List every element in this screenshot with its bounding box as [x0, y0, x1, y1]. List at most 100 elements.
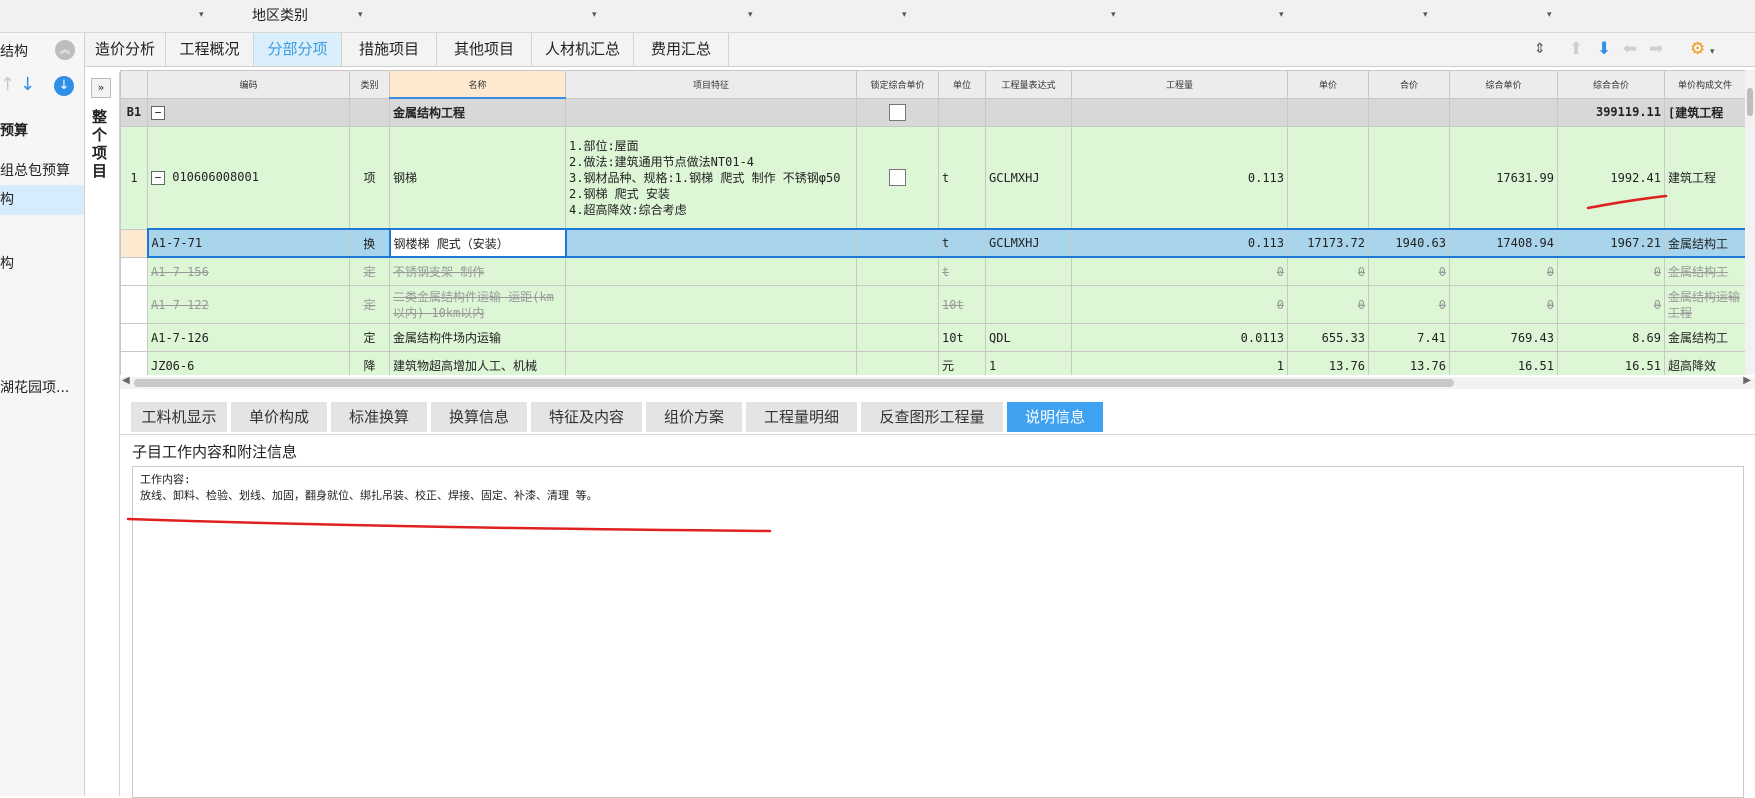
- column-header-lock-price[interactable]: 锁定综合单价: [856, 70, 939, 99]
- expr-cell[interactable]: [985, 256, 1072, 286]
- column-header-qty-expr[interactable]: 工程量表达式: [985, 70, 1072, 99]
- price-file-cell[interactable]: 金属结构工: [1664, 256, 1745, 286]
- scroll-right-icon[interactable]: ▶: [1743, 375, 1751, 386]
- tab-description-info[interactable]: 说明信息: [1007, 402, 1103, 432]
- name-cell[interactable]: 钢梯: [389, 126, 566, 230]
- tree-item[interactable]: 湖花园项...: [0, 377, 69, 397]
- type-cell[interactable]: 定: [349, 323, 390, 352]
- price-file-cell[interactable]: 金属结构工: [1664, 323, 1745, 352]
- price-file-cell[interactable]: 金属结构工: [1664, 228, 1745, 258]
- code-cell[interactable]: A1-7-71: [146, 228, 350, 258]
- tab-project-overview[interactable]: 工程概况: [166, 33, 254, 66]
- qty-cell[interactable]: 1: [1071, 351, 1288, 375]
- name-cell[interactable]: 建筑物超高增加人工、机械: [389, 351, 566, 375]
- chevron-down-icon[interactable]: ▾: [1547, 10, 1552, 20]
- lock-checkbox-cell[interactable]: [856, 97, 939, 127]
- section-name[interactable]: 金属结构工程: [389, 97, 566, 127]
- arrow-up-icon[interactable]: ⬆: [1569, 39, 1583, 59]
- name-cell-editing[interactable]: 钢楼梯 爬式（安装）: [388, 228, 567, 258]
- unit-cell[interactable]: t: [938, 126, 986, 230]
- chevron-down-icon[interactable]: ▾: [592, 10, 597, 20]
- grid-horizontal-scrollbar[interactable]: ◀ ▶: [120, 375, 1755, 389]
- column-header-unit-price[interactable]: 单价: [1287, 70, 1369, 99]
- unit-cell[interactable]: t: [938, 256, 986, 286]
- chevron-down-icon[interactable]: ▾: [1279, 10, 1284, 20]
- table-row[interactable]: JZ06-6 降 建筑物超高增加人工、机械 元 1 1 13.76 13.76 …: [120, 351, 1745, 375]
- chevron-down-icon[interactable]: ▾: [1111, 10, 1116, 20]
- column-header-comp-price[interactable]: 综合单价: [1449, 70, 1558, 99]
- collapse-icon[interactable]: −: [151, 170, 165, 185]
- expr-cell[interactable]: QDL: [985, 323, 1072, 352]
- chevron-down-icon[interactable]: ▾: [1710, 42, 1715, 62]
- region-category-label[interactable]: 地区类别: [252, 5, 308, 25]
- column-header-name[interactable]: 名称: [389, 70, 566, 99]
- tab-cost-analysis[interactable]: 造价分析: [85, 33, 166, 66]
- tree-item[interactable]: 构: [0, 253, 14, 273]
- lock-checkbox[interactable]: [889, 169, 906, 186]
- grid-vertical-scrollbar[interactable]: [1745, 70, 1755, 375]
- tab-measure-items[interactable]: 措施项目: [342, 33, 437, 66]
- comp-price-cell[interactable]: 0: [1449, 285, 1558, 324]
- column-resize-icon[interactable]: ⇕: [1534, 39, 1546, 59]
- comp-price-cell[interactable]: 16.51: [1449, 351, 1558, 375]
- expr-cell[interactable]: 1: [985, 351, 1072, 375]
- move-up-icon[interactable]: ↑: [0, 74, 15, 96]
- column-header-features[interactable]: 项目特征: [565, 70, 857, 99]
- chevron-down-icon[interactable]: ▾: [748, 10, 753, 20]
- arrow-left-icon[interactable]: ⬅: [1623, 39, 1637, 59]
- unit-cell[interactable]: t: [938, 228, 986, 258]
- code-cell[interactable]: − 010606008001: [147, 126, 350, 230]
- tree-item[interactable]: 组总包预算: [0, 160, 70, 180]
- tab-labor-material-display[interactable]: 工料机显示: [131, 402, 227, 432]
- tree-item-selected[interactable]: 构: [0, 185, 84, 215]
- expand-icon[interactable]: »: [91, 78, 111, 98]
- table-row-disabled[interactable]: A1-7-122 定 二类金属结构件运输 运距(km以内) 10km以内 10t…: [120, 285, 1745, 324]
- download-icon[interactable]: ↓: [54, 76, 74, 96]
- tab-unit-price-composition[interactable]: 单价构成: [231, 402, 327, 432]
- tab-quantity-details[interactable]: 工程量明细: [746, 402, 857, 432]
- lock-checkbox-cell[interactable]: [856, 126, 939, 230]
- tree-item[interactable]: 预算: [0, 120, 28, 140]
- code-cell[interactable]: A1-7-126: [147, 323, 350, 352]
- type-cell[interactable]: 定: [349, 285, 390, 324]
- settings-icon[interactable]: ⚙: [1690, 39, 1705, 59]
- chevron-down-icon[interactable]: ▾: [1423, 10, 1428, 20]
- qty-cell[interactable]: 0.0113: [1071, 323, 1288, 352]
- whole-project-label[interactable]: 整个项目: [92, 108, 108, 180]
- name-cell[interactable]: 金属结构件场内运输: [389, 323, 566, 352]
- column-header-code[interactable]: 编码: [147, 70, 350, 99]
- scroll-left-icon[interactable]: ◀: [122, 375, 130, 386]
- section-row[interactable]: B1 − 金属结构工程 399119.11 [建筑工程: [120, 97, 1745, 127]
- collapse-icon[interactable]: −: [151, 105, 165, 120]
- arrow-down-icon[interactable]: ⬇: [1597, 39, 1611, 59]
- name-cell[interactable]: 二类金属结构件运输 运距(km以内) 10km以内: [389, 285, 566, 324]
- price-file-cell[interactable]: 建筑工程: [1664, 126, 1745, 230]
- code-cell[interactable]: JZ06-6: [147, 351, 350, 375]
- type-cell[interactable]: 定: [349, 256, 390, 286]
- qty-cell[interactable]: 0.113: [1071, 228, 1288, 258]
- arrow-right-icon[interactable]: ➡: [1649, 39, 1663, 59]
- lock-checkbox[interactable]: [889, 103, 906, 121]
- qty-cell[interactable]: 0.113: [1071, 126, 1288, 230]
- expr-cell[interactable]: GCLMXHJ: [985, 228, 1072, 258]
- tab-standard-conversion[interactable]: 标准换算: [331, 402, 427, 432]
- price-file-cell[interactable]: 金属结构运输工程: [1664, 285, 1745, 324]
- info-text-area[interactable]: 工作内容: 放线、卸料、检验、划线、加固，翻身就位、绑扎吊装、校正、焊接、固定、补…: [132, 466, 1744, 798]
- chevron-down-icon[interactable]: ▾: [902, 10, 907, 20]
- code-cell[interactable]: A1-7-156: [147, 256, 350, 286]
- table-row[interactable]: 1 − 010606008001 项 钢梯 1.部位:屋面 2.做法:建筑通用节…: [120, 126, 1745, 230]
- collapse-up-icon[interactable]: ︽: [55, 40, 75, 60]
- table-row[interactable]: A1-7-126 定 金属结构件场内运输 10t QDL 0.0113 655.…: [120, 323, 1745, 352]
- tab-pricing-scheme[interactable]: 组价方案: [646, 402, 742, 432]
- comp-price-cell[interactable]: 769.43: [1449, 323, 1558, 352]
- code-cell[interactable]: A1-7-122: [147, 285, 350, 324]
- column-header-unit[interactable]: 单位: [938, 70, 986, 99]
- qty-cell[interactable]: 0: [1071, 256, 1288, 286]
- column-header-total-price[interactable]: 合价: [1368, 70, 1450, 99]
- tab-conversion-info[interactable]: 换算信息: [431, 402, 527, 432]
- table-row-disabled[interactable]: A1-7-156 定 不锈钢支架 制作 t 0 0 0 0 0 金属结构工: [120, 256, 1745, 286]
- unit-cell[interactable]: 10t: [938, 285, 986, 324]
- type-cell[interactable]: 项: [349, 126, 390, 230]
- qty-cell[interactable]: 0: [1071, 285, 1288, 324]
- tab-features-content[interactable]: 特征及内容: [531, 402, 642, 432]
